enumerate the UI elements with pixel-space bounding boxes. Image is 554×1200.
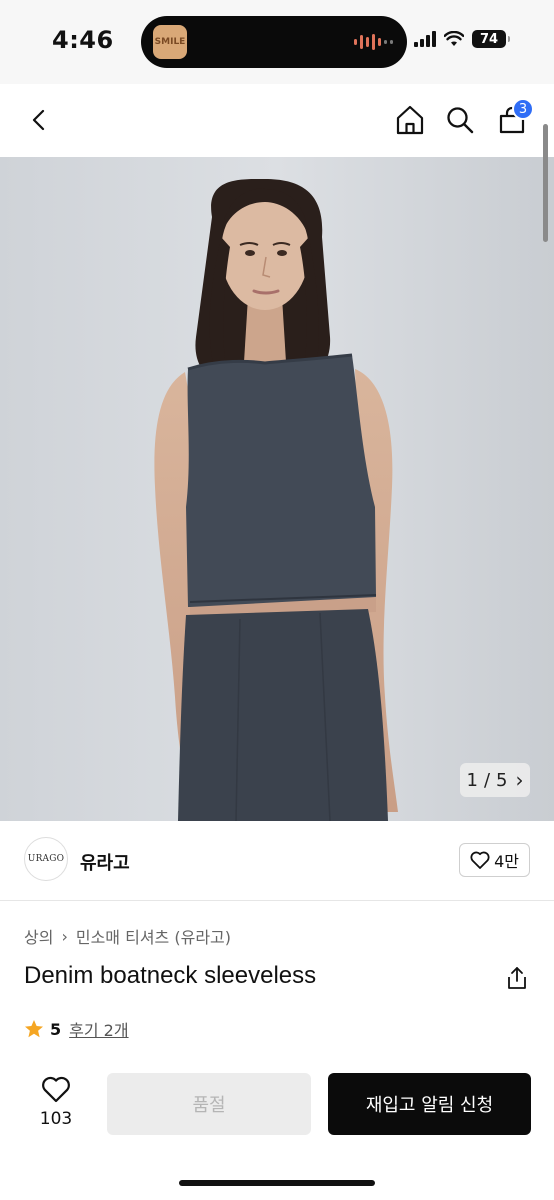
page-separator: / bbox=[483, 769, 491, 791]
product-title: Denim boatneck sleeveless bbox=[24, 962, 317, 989]
chevron-right-icon: › bbox=[61, 926, 68, 946]
scrollbar[interactable] bbox=[543, 124, 548, 242]
brand-like-button[interactable]: 4만 bbox=[459, 843, 530, 877]
brand-logo[interactable]: URAGO bbox=[24, 837, 68, 881]
status-indicators: 74 bbox=[414, 30, 510, 48]
audio-wave-icon bbox=[354, 34, 393, 50]
breadcrumb-item-subcategory[interactable]: 민소매 티셔츠 (유라고) bbox=[76, 924, 231, 948]
heart-icon bbox=[470, 851, 490, 869]
breadcrumb-item-category[interactable]: 상의 bbox=[24, 924, 53, 948]
back-button[interactable] bbox=[20, 100, 60, 140]
wishlist-button[interactable]: 103 bbox=[36, 1076, 76, 1129]
home-icon bbox=[396, 105, 424, 135]
status-bar: 4:46 SMILE 74 bbox=[0, 0, 554, 84]
now-playing-artwork: SMILE bbox=[153, 25, 187, 59]
top-navigation: 3 bbox=[0, 84, 554, 157]
bottom-action-bar: 103 품절 재입고 알림 신청 bbox=[0, 1060, 554, 1200]
page-current: 1 bbox=[466, 769, 478, 791]
cart-count-badge: 3 bbox=[512, 98, 534, 120]
search-icon bbox=[447, 107, 474, 134]
status-time: 4:46 bbox=[52, 26, 114, 54]
rating-score: 5 bbox=[50, 1019, 62, 1039]
rating-row: 5 후기 2개 bbox=[24, 1017, 129, 1041]
reviews-link[interactable]: 후기 2개 bbox=[69, 1017, 128, 1041]
search-button[interactable] bbox=[440, 100, 480, 140]
share-icon bbox=[508, 967, 526, 989]
product-image-gallery[interactable]: 1 / 5 › bbox=[0, 157, 554, 821]
star-icon bbox=[25, 1020, 43, 1038]
brand-row: URAGO 유라고 4만 bbox=[0, 821, 554, 901]
cellular-signal-icon bbox=[414, 31, 436, 47]
image-page-indicator[interactable]: 1 / 5 › bbox=[460, 763, 530, 797]
chevron-right-icon: › bbox=[515, 768, 524, 792]
product-photo bbox=[0, 157, 554, 821]
home-button[interactable] bbox=[390, 100, 430, 140]
share-button[interactable] bbox=[504, 964, 530, 992]
battery-indicator: 74 bbox=[472, 30, 510, 48]
home-indicator bbox=[179, 1180, 375, 1186]
brand-name[interactable]: 유라고 bbox=[80, 849, 130, 875]
back-icon bbox=[32, 109, 45, 131]
brand-like-count: 4만 bbox=[494, 852, 519, 871]
wishlist-count: 103 bbox=[39, 1109, 73, 1129]
cart-button[interactable]: 3 bbox=[492, 98, 534, 140]
heart-icon bbox=[42, 1076, 70, 1103]
restock-alert-button[interactable]: 재입고 알림 신청 bbox=[328, 1073, 531, 1135]
dynamic-island: SMILE bbox=[141, 16, 407, 68]
wifi-icon bbox=[444, 31, 464, 46]
page-total: 5 bbox=[496, 769, 508, 791]
breadcrumb: 상의 › 민소매 티셔츠 (유라고) bbox=[24, 924, 231, 948]
soldout-button[interactable]: 품절 bbox=[107, 1073, 311, 1135]
